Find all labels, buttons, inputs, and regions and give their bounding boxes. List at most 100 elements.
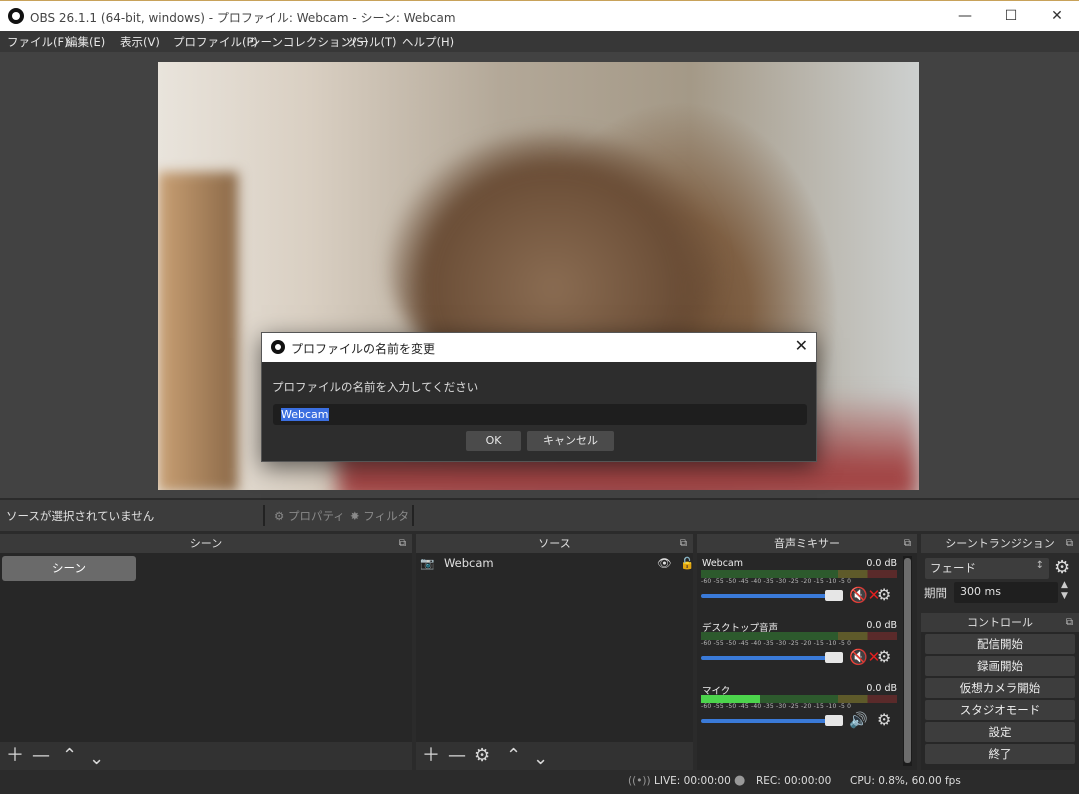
mixer-channel-desktop-audio: デスクトップ音声 0.0 dB -60 -55 -50 -45 -40 -35 …: [701, 620, 899, 680]
close-window-button[interactable]: ✕: [1034, 1, 1079, 31]
start-virtual-camera-button[interactable]: 仮想カメラ開始: [925, 678, 1075, 698]
toolbar-divider: [412, 505, 414, 526]
volume-slider[interactable]: [701, 715, 843, 726]
source-down-button[interactable]: ⌃: [533, 746, 548, 767]
transitions-dock: シーントランジション ⧉ フェード ↕ ⚙ 期間 300 ms ▲ ▼: [921, 534, 1079, 613]
dialog-titlebar: プロファイルの名前を変更 ✕: [262, 333, 816, 362]
menu-tools[interactable]: ツール(T): [346, 34, 397, 50]
add-source-button[interactable]: ＋: [422, 746, 440, 766]
mixer-channel-mic: マイク 0.0 dB -60 -55 -50 -45 -40 -35 -30 -…: [701, 683, 899, 743]
channel-name: Webcam: [702, 558, 744, 569]
mixer-scrollbar[interactable]: [903, 556, 912, 766]
scene-item[interactable]: シーン: [2, 556, 136, 581]
menu-view[interactable]: 表示(V): [120, 34, 160, 50]
meter-scale: -60 -55 -50 -45 -40 -35 -30 -25 -20 -15 …: [701, 578, 852, 585]
level-meter: [701, 695, 897, 703]
studio-mode-button[interactable]: スタジオモード: [925, 700, 1075, 720]
transition-selected: フェード: [930, 561, 976, 575]
volume-slider-knob[interactable]: [825, 590, 843, 601]
cpu-status: CPU: 0.8%, 60.00 fps: [850, 775, 961, 787]
start-recording-button[interactable]: 録画開始: [925, 656, 1075, 676]
start-streaming-button[interactable]: 配信開始: [925, 634, 1075, 654]
channel-settings-gear-icon[interactable]: ⚙: [877, 710, 891, 729]
muted-speaker-icon[interactable]: 🔇✕: [849, 586, 880, 604]
transition-settings-gear-icon[interactable]: ⚙: [1054, 557, 1070, 578]
level-meter: [701, 632, 897, 640]
float-dock-icon[interactable]: ⧉: [904, 534, 911, 553]
add-scene-button[interactable]: ＋: [6, 746, 24, 766]
muted-speaker-icon[interactable]: 🔇✕: [849, 648, 880, 666]
cancel-button[interactable]: キャンセル: [527, 431, 614, 451]
obs-logo-icon: [271, 340, 285, 354]
minimize-button[interactable]: —: [942, 1, 988, 31]
mixer-channel-webcam: Webcam 0.0 dB -60 -55 -50 -45 -40 -35 -3…: [701, 558, 899, 618]
duration-spinner[interactable]: ▲ ▼: [1061, 580, 1068, 602]
duration-value: 300 ms: [960, 585, 1001, 598]
scene-up-button[interactable]: ⌃: [62, 746, 77, 766]
ok-button[interactable]: OK: [466, 431, 521, 451]
source-item[interactable]: 📷 Webcam 👁 🔓: [420, 556, 694, 576]
properties-button[interactable]: ⚙ プロパティ: [274, 508, 345, 524]
scene-down-button[interactable]: ⌃: [89, 746, 104, 767]
menu-edit[interactable]: 編集(E): [66, 34, 105, 50]
mixer-header: 音声ミキサー ⧉: [697, 534, 917, 553]
sources-title: ソース: [538, 537, 571, 550]
visibility-eye-icon[interactable]: 👁: [657, 556, 672, 570]
audio-mixer-dock: 音声ミキサー ⧉ Webcam 0.0 dB -60 -55 -50 -45 -4…: [697, 534, 917, 770]
obs-logo-icon: [8, 8, 24, 24]
source-toolbar: ソースが選択されていません ⚙ プロパティ ✸ フィルタ: [0, 500, 1079, 531]
profile-name-input[interactable]: Webcam: [273, 404, 807, 425]
profile-name-value: Webcam: [281, 408, 329, 421]
transitions-title: シーントランジション: [945, 537, 1055, 550]
menu-help[interactable]: ヘルプ(H): [402, 34, 454, 50]
duration-label: 期間: [924, 586, 947, 600]
speaker-icon[interactable]: 🔊: [849, 711, 868, 729]
toolbar-divider: [263, 505, 265, 526]
controls-dock: コントロール ⧉ 配信開始 録画開始 仮想カメラ開始 スタジオモード 設定 終了: [921, 613, 1079, 770]
volume-slider-knob[interactable]: [825, 652, 843, 663]
volume-slider[interactable]: [701, 590, 843, 601]
exit-button[interactable]: 終了: [925, 744, 1075, 764]
float-dock-icon[interactable]: ⧉: [1066, 534, 1073, 553]
remove-source-button[interactable]: —: [448, 746, 466, 766]
rec-status: REC: 00:00:00: [756, 775, 832, 787]
live-status: LIVE: 00:00:00: [654, 775, 731, 787]
channel-db: 0.0 dB: [866, 683, 897, 694]
float-dock-icon[interactable]: ⧉: [399, 534, 406, 553]
meter-level: [701, 695, 760, 703]
mixer-title: 音声ミキサー: [774, 537, 840, 550]
scrollbar-thumb[interactable]: [904, 558, 911, 763]
maximize-button[interactable]: ☐: [988, 1, 1034, 31]
sources-dock: ソース ⧉ 📷 Webcam 👁 🔓 ＋ — ⚙ ⌃ ⌃: [416, 534, 694, 770]
channel-db: 0.0 dB: [866, 620, 897, 631]
source-settings-gear-icon[interactable]: ⚙: [474, 746, 490, 766]
transitions-header: シーントランジション ⧉: [921, 534, 1079, 553]
volume-slider-knob[interactable]: [825, 715, 843, 726]
menu-profile[interactable]: プロファイル(P): [173, 34, 258, 50]
settings-button[interactable]: 設定: [925, 722, 1075, 742]
controls-header: コントロール ⧉: [921, 613, 1079, 632]
remove-scene-button[interactable]: —: [32, 746, 50, 766]
source-up-button[interactable]: ⌃: [506, 746, 521, 766]
channel-settings-gear-icon[interactable]: ⚙: [877, 585, 891, 604]
filters-button[interactable]: ✸ フィルタ: [350, 508, 409, 524]
transition-select[interactable]: フェード ↕: [925, 558, 1049, 579]
unlock-icon[interactable]: 🔓: [680, 556, 694, 570]
broadcast-icon: ((•)): [628, 775, 651, 787]
filter-icon: ✸: [350, 509, 360, 523]
menu-file[interactable]: ファイル(F): [7, 34, 69, 50]
menu-bar: ファイル(F) 編集(E) 表示(V) プロファイル(P) シーンコレクション(…: [0, 31, 1079, 52]
status-bar: ((•)) LIVE: 00:00:00 ● REC: 00:00:00 CPU…: [0, 770, 1079, 794]
volume-slider[interactable]: [701, 652, 843, 663]
dialog-close-icon[interactable]: ✕: [795, 336, 808, 355]
channel-settings-gear-icon[interactable]: ⚙: [877, 647, 891, 666]
scenes-footer: ＋ — ⌃ ⌃: [0, 742, 412, 770]
duration-input[interactable]: 300 ms: [954, 582, 1058, 603]
float-dock-icon[interactable]: ⧉: [1066, 613, 1073, 632]
level-meter: [701, 570, 897, 578]
float-dock-icon[interactable]: ⧉: [680, 534, 687, 553]
dialog-prompt: プロファイルの名前を入力してください: [272, 380, 479, 394]
scenes-dock: シーン ⧉ シーン ＋ — ⌃ ⌃: [0, 534, 412, 770]
updown-chevron-icon: ↕: [1035, 560, 1044, 571]
dialog-title: プロファイルの名前を変更: [291, 342, 436, 356]
